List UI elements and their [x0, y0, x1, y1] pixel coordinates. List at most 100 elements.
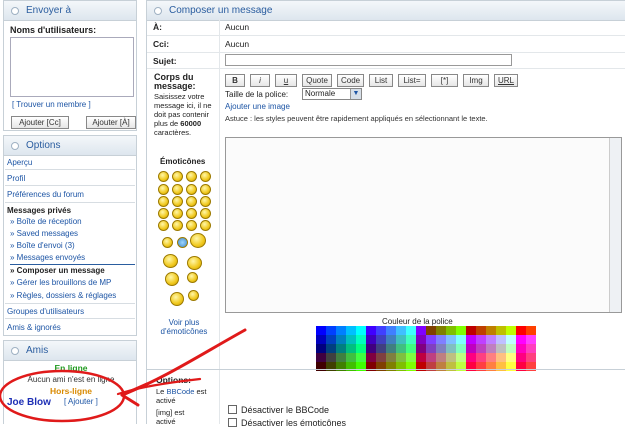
- color-swatch[interactable]: [496, 353, 506, 362]
- angry-icon[interactable]: [158, 208, 169, 219]
- color-swatch[interactable]: [446, 353, 456, 362]
- color-swatch[interactable]: [406, 335, 416, 344]
- color-swatch[interactable]: [376, 353, 386, 362]
- color-swatch[interactable]: [456, 326, 466, 335]
- geek-icon[interactable]: [177, 237, 188, 248]
- color-swatch[interactable]: [396, 326, 406, 335]
- nav-rules[interactable]: » Règles, dossiers & réglages: [10, 291, 116, 300]
- color-swatch[interactable]: [346, 326, 356, 335]
- color-swatch[interactable]: [366, 326, 376, 335]
- list-button[interactable]: List: [369, 74, 393, 87]
- color-swatch[interactable]: [436, 344, 446, 353]
- color-swatch[interactable]: [476, 353, 486, 362]
- list-ordered-button[interactable]: List=: [398, 74, 426, 87]
- cheer-icon[interactable]: [188, 290, 199, 301]
- nav-sent[interactable]: » Messages envoyés: [10, 253, 85, 262]
- color-swatch[interactable]: [406, 353, 416, 362]
- color-swatch[interactable]: [486, 335, 496, 344]
- checkbox[interactable]: [228, 418, 237, 427]
- nav-inbox[interactable]: » Boîte de réception: [10, 217, 82, 226]
- color-swatch[interactable]: [366, 353, 376, 362]
- nav-saved[interactable]: » Saved messages: [10, 229, 78, 238]
- disable-bbcode-option[interactable]: Désactiver le BBCode: [228, 405, 329, 415]
- color-swatch[interactable]: [376, 344, 386, 353]
- nav-forum-prefs[interactable]: Préférences du forum: [7, 190, 84, 199]
- url-button[interactable]: URL: [494, 74, 518, 87]
- color-swatch[interactable]: [426, 326, 436, 335]
- color-swatch[interactable]: [386, 353, 396, 362]
- color-swatch[interactable]: [436, 335, 446, 344]
- color-swatch[interactable]: [356, 335, 366, 344]
- color-swatch[interactable]: [506, 326, 516, 335]
- color-swatch[interactable]: [326, 335, 336, 344]
- question-icon[interactable]: [172, 220, 183, 231]
- color-swatch[interactable]: [386, 335, 396, 344]
- cowboy-icon[interactable]: [190, 233, 206, 248]
- color-swatch[interactable]: [336, 353, 346, 362]
- color-swatch[interactable]: [436, 326, 446, 335]
- color-swatch[interactable]: [526, 326, 536, 335]
- cool-icon[interactable]: [186, 184, 197, 195]
- message-textarea[interactable]: [225, 137, 622, 313]
- scholar-icon[interactable]: [187, 272, 198, 283]
- color-swatch[interactable]: [516, 353, 526, 362]
- color-swatch[interactable]: [456, 344, 466, 353]
- color-swatch[interactable]: [506, 335, 516, 344]
- nav-profile[interactable]: Profil: [7, 174, 25, 183]
- idea-icon[interactable]: [186, 220, 197, 231]
- color-swatch[interactable]: [476, 335, 486, 344]
- color-swatch[interactable]: [336, 326, 346, 335]
- surprised-icon[interactable]: [172, 184, 183, 195]
- color-swatch[interactable]: [436, 353, 446, 362]
- color-swatch[interactable]: [386, 344, 396, 353]
- color-swatch[interactable]: [486, 353, 496, 362]
- color-swatch[interactable]: [516, 326, 526, 335]
- find-member-link[interactable]: [ Trouver un membre ]: [12, 100, 91, 109]
- nav-drafts[interactable]: » Gérer les brouillons de MP: [10, 278, 111, 287]
- color-swatch[interactable]: [416, 335, 426, 344]
- usernames-textarea[interactable]: [10, 37, 134, 97]
- twisted-icon[interactable]: [186, 208, 197, 219]
- color-swatch[interactable]: [426, 344, 436, 353]
- code-button[interactable]: Code: [337, 74, 364, 87]
- color-swatch[interactable]: [466, 353, 476, 362]
- confused-icon[interactable]: [172, 196, 183, 207]
- color-swatch[interactable]: [396, 335, 406, 344]
- add-bcc-button[interactable]: Ajouter [À]: [86, 116, 136, 129]
- nav-usergroups[interactable]: Groupes d'utilisateurs: [7, 307, 84, 316]
- smile-icon[interactable]: [158, 171, 169, 182]
- checkbox[interactable]: [228, 405, 237, 414]
- color-swatch[interactable]: [326, 344, 336, 353]
- rolleyes-icon[interactable]: [200, 208, 211, 219]
- color-swatch[interactable]: [326, 353, 336, 362]
- img-button[interactable]: Img: [463, 74, 489, 87]
- nav-compose[interactable]: » Composer un message: [10, 266, 105, 275]
- friend-add-link[interactable]: [ Ajouter ]: [64, 397, 98, 406]
- color-swatch[interactable]: [446, 326, 456, 335]
- color-swatch[interactable]: [476, 344, 486, 353]
- color-swatch[interactable]: [466, 326, 476, 335]
- disable-smilies-option[interactable]: Désactiver les émoticônes: [228, 418, 346, 428]
- color-swatch[interactable]: [366, 344, 376, 353]
- pirate-icon[interactable]: [163, 254, 178, 268]
- color-swatch[interactable]: [316, 335, 326, 344]
- color-swatch[interactable]: [486, 344, 496, 353]
- color-swatch[interactable]: [526, 335, 536, 344]
- arrow-icon[interactable]: [200, 220, 211, 231]
- more-emoticons-link[interactable]: Voir plus d'émoticônes: [152, 318, 216, 336]
- quote-button[interactable]: Quote: [302, 74, 332, 87]
- color-swatch[interactable]: [416, 344, 426, 353]
- wave-icon[interactable]: [187, 256, 202, 270]
- color-swatch[interactable]: [456, 335, 466, 344]
- color-swatch[interactable]: [416, 326, 426, 335]
- wink-icon[interactable]: [186, 171, 197, 182]
- color-swatch[interactable]: [406, 326, 416, 335]
- color-swatch[interactable]: [496, 335, 506, 344]
- friend-name[interactable]: Joe Blow: [7, 397, 51, 408]
- tongue-icon[interactable]: [200, 184, 211, 195]
- list-item-button[interactable]: [*]: [431, 74, 458, 87]
- color-swatch[interactable]: [376, 326, 386, 335]
- color-swatch[interactable]: [396, 353, 406, 362]
- color-swatch[interactable]: [466, 335, 476, 344]
- color-swatch[interactable]: [446, 344, 456, 353]
